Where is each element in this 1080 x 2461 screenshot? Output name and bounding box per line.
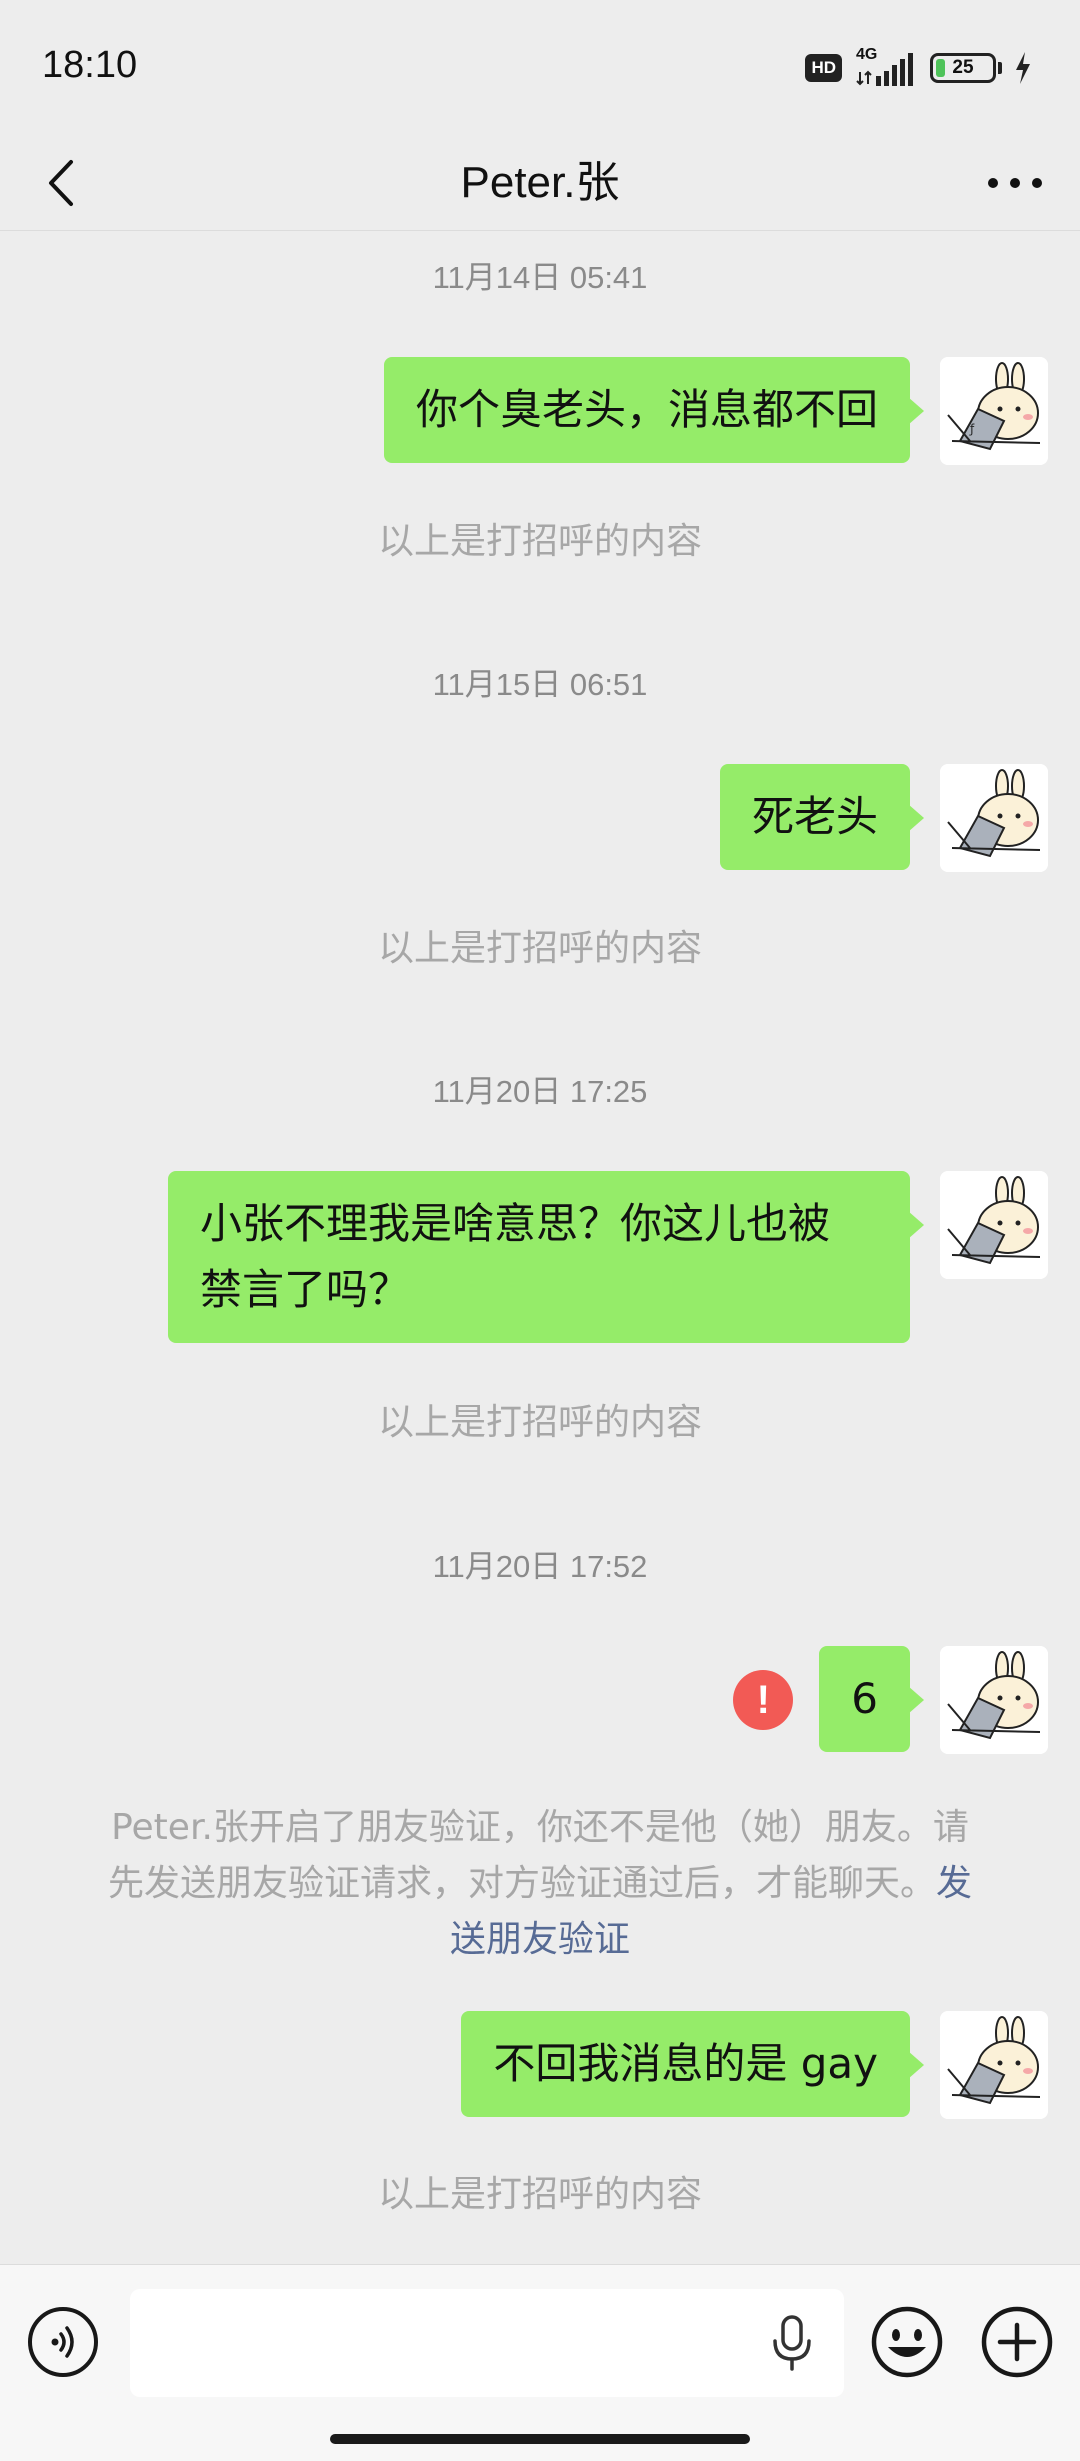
avatar[interactable] bbox=[940, 764, 1048, 872]
message-row: ! 6 bbox=[733, 1646, 1048, 1754]
message-bubble[interactable]: 不回我消息的是 gay bbox=[461, 2011, 924, 2117]
avatar[interactable] bbox=[940, 1171, 1048, 1279]
more-dots-icon bbox=[988, 178, 1042, 188]
message-input[interactable] bbox=[130, 2289, 844, 2397]
chat-title: Peter.张 bbox=[460, 158, 620, 207]
avatar[interactable] bbox=[940, 1646, 1048, 1754]
avatar[interactable]: ƒ bbox=[940, 357, 1048, 465]
plus-icon[interactable] bbox=[980, 2305, 1054, 2379]
bunny-avatar-icon: ƒ bbox=[940, 357, 1048, 465]
emoji-icon[interactable] bbox=[870, 2305, 944, 2379]
avatar[interactable] bbox=[940, 2011, 1048, 2119]
message-text: 死老头 bbox=[751, 792, 878, 841]
friend-verify-notice: Peter.张开启了朋友验证，你还不是他（她）朋友。请 先发送朋友验证请求，对方… bbox=[86, 1800, 994, 1968]
message-row: 你个臭老头，消息都不回 ƒ bbox=[383, 357, 1048, 465]
header-divider bbox=[0, 230, 1080, 231]
message-text-line: 小张不理我是啥意思？你这儿也被 bbox=[200, 1199, 831, 1248]
verify-notice-text: 先发送朋友验证请求，对方验证通过后，才能聊天。 bbox=[107, 1863, 936, 1904]
message-row: 死老头 bbox=[719, 764, 1048, 872]
chat-header: Peter.张 bbox=[0, 136, 1080, 230]
send-verification-link[interactable]: 送朋友验证 bbox=[450, 1919, 630, 1960]
message-timestamp: 11月20日 17:25 bbox=[432, 1074, 648, 1109]
battery-level: 25 bbox=[952, 57, 974, 78]
verify-notice-line: 先发送朋友验证请求，对方验证通过后，才能聊天。发 bbox=[86, 1856, 994, 1912]
message-row: 不回我消息的是 gay bbox=[461, 2011, 1048, 2119]
bunny-avatar-icon bbox=[940, 2011, 1048, 2119]
bunny-avatar-icon bbox=[940, 1171, 1048, 1279]
voice-icon bbox=[51, 2326, 74, 2358]
message-text: 6 bbox=[851, 1674, 878, 1723]
message-text: 你个臭老头，消息都不回 bbox=[415, 385, 878, 434]
bunny-avatar-icon bbox=[940, 764, 1048, 872]
message-text: 不回我消息的是 gay bbox=[493, 2039, 878, 2088]
message-text-line: 禁言了吗？ bbox=[200, 1265, 411, 1314]
greeting-note: 以上是打招呼的内容 bbox=[377, 2174, 702, 2215]
greeting-note: 以上是打招呼的内容 bbox=[377, 521, 702, 562]
message-timestamp: 11月14日 05:41 bbox=[432, 260, 648, 295]
status-time: 18:10 bbox=[42, 44, 138, 86]
message-timestamp: 11月15日 06:51 bbox=[432, 667, 648, 702]
status-icons: HD 4G 25 bbox=[805, 46, 1032, 88]
verify-notice-line: Peter.张开启了朋友验证，你还不是他（她）朋友。请 bbox=[111, 1807, 969, 1848]
send-failed-icon[interactable]: ! bbox=[733, 1670, 794, 1730]
battery-icon: 25 bbox=[930, 53, 996, 83]
verify-notice-line: 送朋友验证 bbox=[86, 1912, 994, 1968]
home-indicator[interactable] bbox=[330, 2434, 750, 2444]
message-bubble[interactable]: 死老头 bbox=[719, 764, 925, 870]
signal-icon: 4G bbox=[854, 46, 918, 88]
message-timestamp: 11月20日 17:52 bbox=[432, 1549, 648, 1584]
greeting-note: 以上是打招呼的内容 bbox=[377, 928, 702, 969]
hd-badge: HD bbox=[805, 54, 842, 82]
message-bubble[interactable]: 6 bbox=[819, 1646, 924, 1752]
voice-toggle-button[interactable] bbox=[28, 2307, 98, 2377]
charging-icon bbox=[1016, 52, 1030, 84]
battery-cap bbox=[998, 62, 1002, 74]
svg-text:ƒ: ƒ bbox=[969, 422, 975, 436]
status-bar: 18:10 HD 4G 25 bbox=[0, 0, 1080, 136]
bunny-avatar-icon bbox=[940, 1646, 1048, 1754]
input-bar bbox=[0, 2264, 1080, 2461]
message-bubble[interactable]: 你个臭老头，消息都不回 bbox=[383, 357, 925, 463]
send-verification-link[interactable]: 发 bbox=[936, 1863, 972, 1904]
greeting-note: 以上是打招呼的内容 bbox=[377, 1402, 702, 1443]
message-row: 小张不理我是啥意思？你这儿也被 禁言了吗？ bbox=[168, 1171, 1048, 1343]
message-bubble[interactable]: 小张不理我是啥意思？你这儿也被 禁言了吗？ bbox=[168, 1171, 924, 1343]
mic-icon[interactable] bbox=[770, 2313, 814, 2373]
more-button[interactable] bbox=[980, 136, 1050, 230]
